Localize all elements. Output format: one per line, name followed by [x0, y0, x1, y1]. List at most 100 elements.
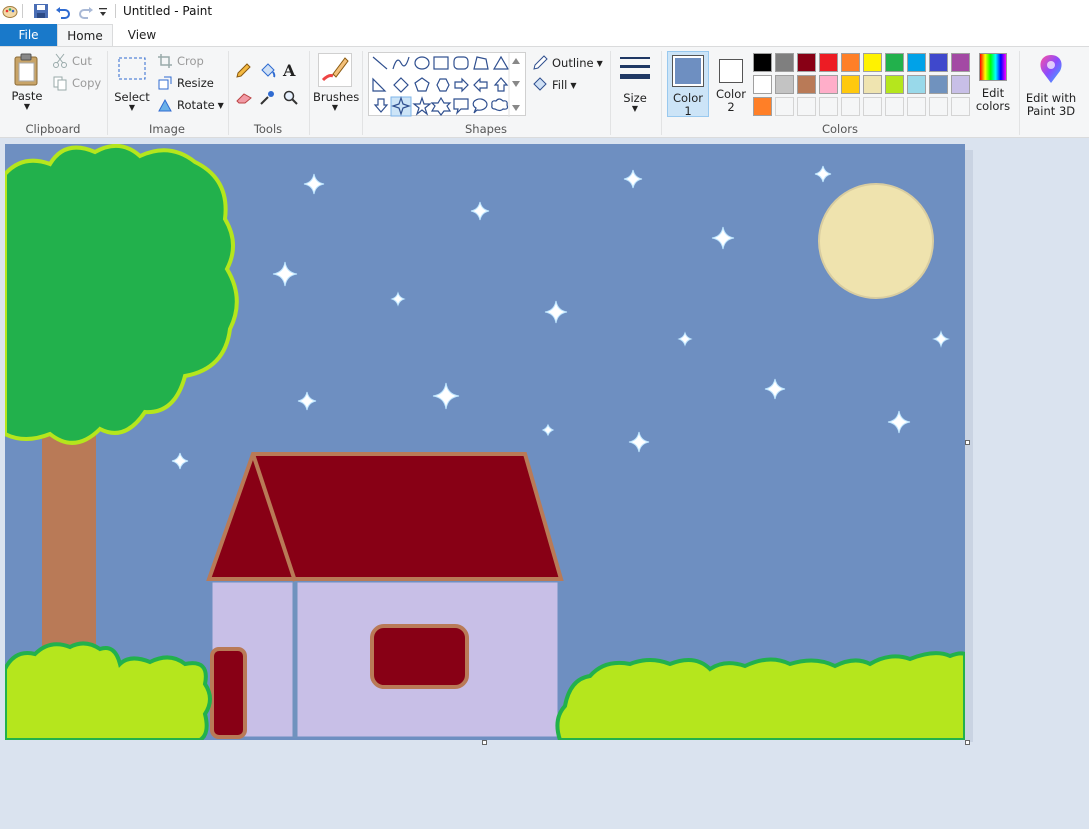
palette-swatch[interactable]	[907, 53, 926, 72]
palette-swatch[interactable]	[929, 53, 948, 72]
paint-app-icon[interactable]	[2, 3, 18, 22]
palette-swatch[interactable]	[885, 53, 904, 72]
paste-button[interactable]: Paste ▼	[8, 53, 46, 111]
palette-swatch[interactable]	[841, 75, 860, 94]
callout-cloud-shape-icon	[491, 98, 509, 112]
copy-button[interactable]: Copy	[52, 75, 101, 91]
palette-swatch[interactable]	[951, 75, 970, 94]
palette-swatch-empty[interactable]	[775, 97, 794, 116]
polygon-shape-icon	[473, 56, 489, 70]
color1-number: 1	[684, 104, 692, 118]
palette-swatch[interactable]	[929, 75, 948, 94]
palette-swatch[interactable]	[885, 75, 904, 94]
line-shape-icon	[372, 56, 388, 70]
resize-handle-right[interactable]	[965, 440, 970, 445]
color-picker-icon[interactable]	[259, 90, 275, 109]
crop-button[interactable]: Crop	[157, 53, 204, 69]
customize-quick-access-icon[interactable]	[98, 6, 108, 21]
outline-pen-icon	[533, 55, 548, 70]
size-button[interactable]: Size ▼	[616, 55, 654, 113]
house-roof	[206, 452, 564, 581]
rotate-label: Rotate	[177, 98, 215, 112]
brushes-button[interactable]: Brushes ▼	[313, 53, 359, 112]
redo-icon[interactable]	[78, 3, 94, 22]
ribbon: Paste ▼ Cut Copy Clipboard Select ▼ Crop…	[0, 46, 1089, 138]
crop-icon	[158, 54, 172, 68]
tab-home[interactable]: Home	[57, 24, 113, 47]
palette-swatch[interactable]	[907, 75, 926, 94]
palette-swatch[interactable]	[841, 53, 860, 72]
palette-swatch-empty[interactable]	[885, 97, 904, 116]
outline-dropdown-icon[interactable]: ▼	[597, 59, 603, 68]
edit-with-paint3d-button[interactable]: Edit with Paint 3D	[1024, 53, 1078, 118]
undo-icon[interactable]	[55, 3, 71, 22]
palette-swatch-empty[interactable]	[797, 97, 816, 116]
outline-button[interactable]: Outline ▼	[532, 55, 603, 71]
tab-view[interactable]: View	[122, 24, 162, 46]
rotate-button[interactable]: Rotate ▼	[157, 97, 224, 113]
palette-swatch[interactable]	[863, 53, 882, 72]
callout-oval-shape-icon	[472, 98, 488, 114]
palette-swatch[interactable]	[753, 97, 772, 116]
fill-bucket-icon[interactable]	[259, 63, 277, 82]
palette-swatch[interactable]	[775, 75, 794, 94]
save-icon[interactable]	[33, 3, 49, 22]
title-bar: Untitled - Paint	[0, 0, 1089, 24]
select-button[interactable]: Select ▼	[112, 55, 152, 112]
palette-swatch-empty[interactable]	[841, 97, 860, 116]
palette-swatch-empty[interactable]	[863, 97, 882, 116]
house-window	[370, 624, 469, 689]
cut-button[interactable]: Cut	[52, 53, 92, 69]
eraser-icon[interactable]	[235, 91, 253, 108]
moon	[818, 183, 934, 299]
color1-button[interactable]: Color 1	[667, 51, 709, 118]
palette-swatch[interactable]	[951, 53, 970, 72]
palette-swatch[interactable]	[863, 75, 882, 94]
resize-handle-corner[interactable]	[965, 740, 970, 745]
palette-swatch-empty[interactable]	[951, 97, 970, 116]
color2-swatch	[719, 59, 743, 83]
hexagon-shape-icon	[436, 78, 450, 92]
text-tool-icon[interactable]: A	[283, 61, 295, 80]
resize-button[interactable]: Resize	[157, 75, 214, 91]
palette-swatch[interactable]	[819, 53, 838, 72]
brushes-dropdown-icon[interactable]: ▼	[313, 104, 357, 112]
magnifier-icon[interactable]	[283, 90, 299, 109]
size-dropdown-icon[interactable]: ▼	[616, 105, 654, 113]
rounded-rectangle-shape-icon	[453, 56, 469, 70]
title-separator	[22, 4, 23, 18]
rotate-dropdown-icon[interactable]: ▼	[218, 101, 224, 110]
color2-button[interactable]: Color 2	[711, 55, 751, 114]
palette-swatch[interactable]	[797, 53, 816, 72]
tab-file[interactable]: File	[0, 24, 57, 46]
edit-colors-button[interactable]: Edit colors	[973, 53, 1013, 113]
ribbon-separator	[610, 51, 611, 135]
tools-group-label: Tools	[253, 122, 283, 136]
resize-handle-bottom[interactable]	[482, 740, 487, 745]
outline-label: Outline	[552, 56, 594, 70]
palette-swatch[interactable]	[753, 53, 772, 72]
edit-colors-label-2: colors	[975, 99, 1011, 113]
palette-swatch[interactable]	[775, 53, 794, 72]
palette-swatch-empty[interactable]	[907, 97, 926, 116]
palette-swatch[interactable]	[819, 75, 838, 94]
color2-number: 2	[727, 100, 735, 114]
rectangle-shape-icon	[433, 56, 449, 70]
down-arrow-shape-icon	[373, 98, 389, 113]
paste-dropdown-icon[interactable]: ▼	[8, 103, 46, 111]
brush-icon	[318, 53, 352, 87]
palette-swatch-empty[interactable]	[929, 97, 948, 116]
palette-swatch[interactable]	[797, 75, 816, 94]
select-dropdown-icon[interactable]: ▼	[112, 104, 152, 112]
oval-shape-icon	[414, 56, 430, 70]
cut-label: Cut	[72, 54, 92, 68]
palette-swatch-empty[interactable]	[819, 97, 838, 116]
shapes-scroll-down-icon	[512, 81, 520, 87]
house-door	[210, 647, 247, 739]
copy-icon	[53, 76, 67, 91]
drawing-canvas[interactable]	[2, 144, 967, 742]
palette-swatch[interactable]	[753, 75, 772, 94]
fill-dropdown-icon[interactable]: ▼	[570, 81, 576, 90]
fill-button[interactable]: Fill ▼	[532, 77, 577, 93]
pencil-icon[interactable]	[235, 63, 251, 82]
